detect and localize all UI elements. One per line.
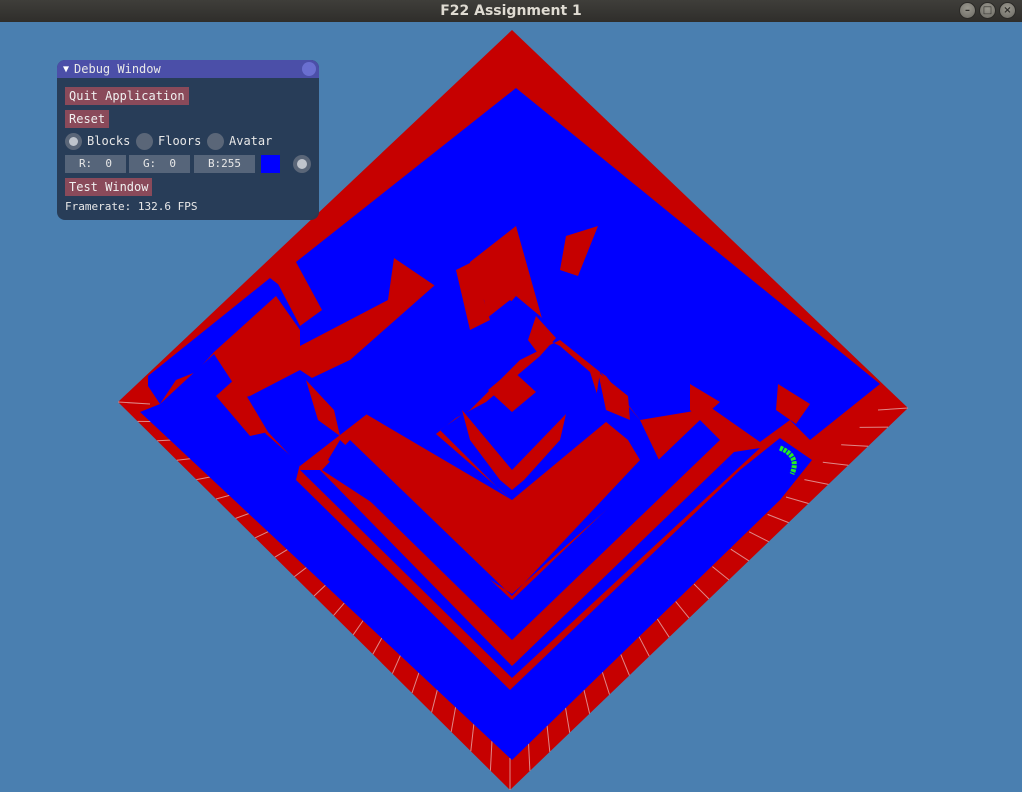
debug-window-title: Debug Window [74,62,161,76]
radio-blocks[interactable] [65,133,82,150]
radio-floors-label: Floors [158,134,202,148]
maximize-icon[interactable]: □ [979,2,996,19]
test-window-button[interactable]: Test Window [65,178,153,196]
close-icon[interactable]: × [999,2,1016,19]
gl-viewport[interactable]: ▼ Debug Window Quit Application Reset Bl… [0,22,1022,792]
radio-floors[interactable] [136,133,153,150]
radio-avatar-label: Avatar [229,134,273,148]
color-swatch[interactable] [261,155,280,173]
reset-button[interactable]: Reset [65,110,110,128]
color-picker-toggle[interactable] [293,155,311,173]
quit-application-button[interactable]: Quit Application [65,87,189,105]
debug-window[interactable]: ▼ Debug Window Quit Application Reset Bl… [57,60,319,220]
radio-avatar[interactable] [207,133,224,150]
debug-window-titlebar[interactable]: ▼ Debug Window [57,60,319,78]
close-circle-icon[interactable] [302,62,316,76]
radio-blocks-label: Blocks [87,134,131,148]
minimize-icon[interactable]: – [959,2,976,19]
collapse-triangle-icon[interactable]: ▼ [63,64,69,75]
red-value-field[interactable]: R: 0 [65,155,126,173]
window-title: F22 Assignment 1 [440,3,582,19]
window-titlebar[interactable]: F22 Assignment 1 – □ × [0,0,1022,22]
framerate-text: Framerate: 132.6 FPS [65,200,198,213]
blue-value-field[interactable]: B:255 [194,155,255,173]
green-value-field[interactable]: G: 0 [129,155,190,173]
